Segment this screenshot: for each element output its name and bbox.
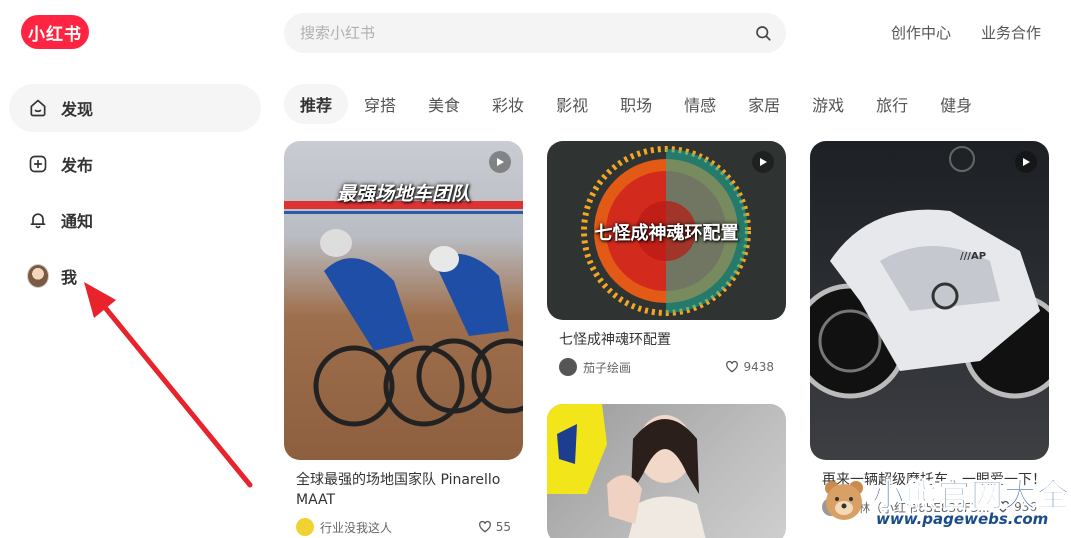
author-avatar	[296, 518, 314, 536]
sidebar-item-label: 通知	[61, 212, 94, 231]
sidebar-item-label: 发现	[61, 100, 94, 119]
tab-food[interactable]: 美食	[412, 84, 476, 124]
tab-emotion[interactable]: 情感	[668, 84, 732, 124]
play-icon	[489, 151, 511, 173]
feed-card[interactable]: ///AP 再来一辆超级摩托车，一眼爱一下！ 摩林（小红书65E836F3...…	[810, 141, 1049, 516]
author-name: 茄子绘画	[583, 360, 632, 375]
tab-makeup[interactable]: 彩妆	[476, 84, 540, 124]
tab-home[interactable]: 家居	[732, 84, 796, 124]
play-icon	[752, 151, 774, 173]
search-icon[interactable]	[754, 24, 772, 42]
card-cover-image[interactable]: 七怪成神魂环配置	[547, 141, 786, 320]
like-button[interactable]: 9438	[725, 360, 774, 374]
card-cover-caption: 最强场地车团队	[336, 183, 470, 205]
creator-center-link[interactable]: 创作中心	[891, 22, 951, 43]
feed-card[interactable]	[547, 404, 786, 538]
card-author[interactable]: 茄子绘画	[559, 358, 631, 376]
sidebar-item-publish[interactable]: 发布	[9, 140, 261, 188]
like-count: 9438	[743, 360, 774, 374]
annotation-arrow	[84, 282, 253, 488]
search-input[interactable]	[300, 24, 754, 42]
card-cover-image[interactable]: 最强场地车团队	[284, 141, 523, 460]
feed-card[interactable]: 最强场地车团队 全球最强的场地国家队 Pinarello MAAT 行业没我这人…	[284, 141, 523, 536]
card-cover-image[interactable]: ///AP	[810, 141, 1049, 460]
home-icon	[27, 97, 49, 119]
sidebar-item-label: 我	[61, 268, 78, 287]
watermark: 小熊官网大全 www.pagewebs.com	[820, 470, 1070, 532]
watermark-url: www.pagewebs.com	[876, 510, 1049, 528]
bear-logo-icon	[825, 481, 863, 520]
heart-icon	[726, 360, 739, 373]
feed-card[interactable]: 七怪成神魂环配置 七怪成神魂环配置 茄子绘画 9438	[547, 141, 786, 376]
like-button[interactable]: 55	[478, 520, 511, 534]
card-meta: 茄子绘画 9438	[547, 350, 786, 376]
channel-tabs: 推荐 穿搭 美食 彩妆 影视 职场 情感 家居 游戏 旅行 健身	[284, 84, 988, 124]
sidebar-item-notifications[interactable]: 通知	[9, 196, 261, 244]
card-cover-image[interactable]	[547, 404, 786, 538]
author-avatar	[559, 358, 577, 376]
card-author[interactable]: 行业没我这人	[296, 518, 392, 536]
tab-travel[interactable]: 旅行	[860, 84, 924, 124]
tab-outfit[interactable]: 穿搭	[348, 84, 412, 124]
card-title[interactable]: 全球最强的场地国家队 Pinarello MAAT	[284, 460, 523, 510]
tab-fitness[interactable]: 健身	[924, 84, 988, 124]
tab-movies[interactable]: 影视	[540, 84, 604, 124]
sidebar: 发现 发布 通知 我	[9, 84, 261, 308]
search-bar[interactable]	[284, 13, 786, 53]
sidebar-item-discover[interactable]: 发现	[9, 84, 261, 132]
avatar	[27, 264, 49, 288]
plus-square-icon	[27, 153, 49, 175]
top-links: 创作中心 业务合作	[891, 22, 1041, 43]
like-count: 55	[495, 520, 511, 534]
business-link[interactable]: 业务合作	[981, 22, 1041, 43]
svg-text:///AP: ///AP	[960, 251, 986, 262]
tab-career[interactable]: 职场	[604, 84, 668, 124]
sidebar-item-label: 发布	[61, 156, 94, 175]
xiaohongshu-logo[interactable]: 小红书	[21, 15, 89, 49]
author-name: 行业没我这人	[320, 520, 393, 535]
heart-icon	[478, 520, 491, 533]
card-cover-caption: 七怪成神魂环配置	[594, 223, 739, 244]
bell-icon	[27, 209, 49, 231]
play-icon	[1015, 151, 1037, 173]
tab-recommend[interactable]: 推荐	[284, 84, 349, 124]
tab-games[interactable]: 游戏	[796, 84, 860, 124]
card-meta: 行业没我这人 55	[284, 510, 523, 536]
card-title[interactable]: 七怪成神魂环配置	[547, 320, 786, 350]
